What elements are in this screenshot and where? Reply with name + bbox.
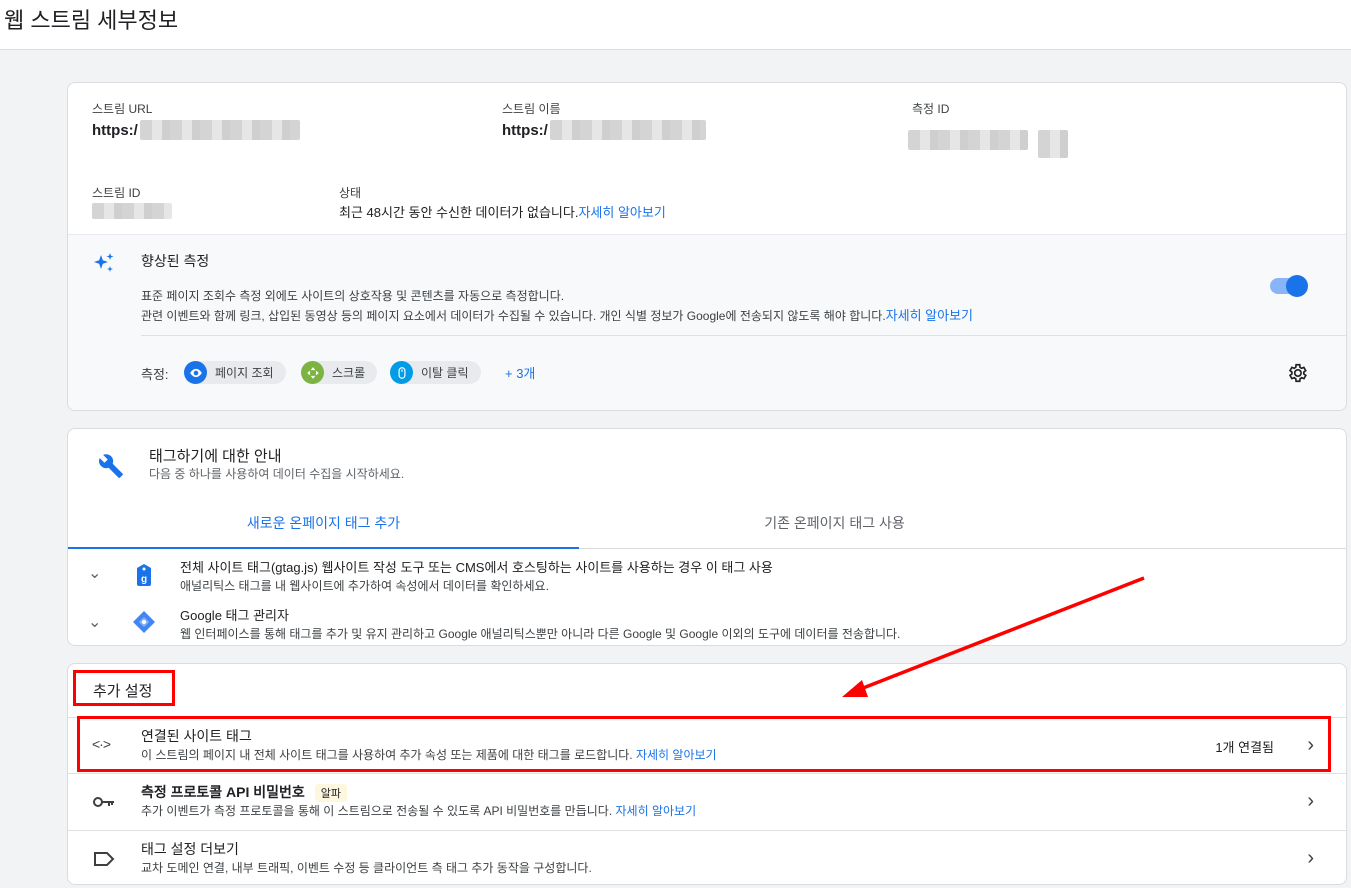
measurement-protocol-learn-more-link[interactable]: 자세히 알아보기 (616, 804, 697, 818)
redacted-name (550, 120, 706, 140)
stream-name-label: 스트림 이름 (502, 102, 561, 116)
toggle-knob (1286, 275, 1308, 297)
gear-icon[interactable] (1286, 362, 1308, 384)
enhanced-measurement-section: 향상된 측정 표준 페이지 조회수 측정 외에도 사이트의 상호작용 및 콘텐츠… (68, 234, 1346, 410)
stream-details-card: 스트림 URL https:/ 스트림 이름 https:/ 측정 ID 스트림… (67, 82, 1347, 411)
tag-manager-icon (133, 611, 155, 633)
key-icon (93, 797, 114, 807)
enhanced-learn-more-link[interactable]: 자세히 알아보기 (886, 308, 973, 323)
gtm-option-desc: 웹 인터페이스를 통해 태그를 추가 및 유지 관리하고 Google 애널리틱… (180, 627, 901, 641)
page-header: 웹 스트림 세부정보 (0, 0, 1351, 50)
chip-page-view[interactable]: 페이지 조회 (184, 361, 286, 384)
measure-label: 측정: (141, 367, 169, 382)
chip-outbound-click-label: 이탈 클릭 (421, 366, 469, 380)
redacted-stream-id (92, 203, 172, 219)
gtm-option-title: Google 태그 관리자 (180, 608, 289, 623)
chip-page-view-label: 페이지 조회 (215, 366, 274, 380)
gtag-icon: g (137, 564, 151, 586)
additional-settings-card: 추가 설정 <·> 연결된 사이트 태그 이 스트림의 페이지 내 전체 사이트… (67, 663, 1347, 885)
gtm-option-row[interactable]: ⌄ Google 태그 관리자 웹 인터페이스를 통해 태그를 추가 및 유지 … (68, 600, 1346, 645)
redacted-measurement-id[interactable] (908, 130, 1028, 150)
page-title: 웹 스트림 세부정보 (4, 8, 179, 33)
mouse-icon (390, 361, 413, 384)
gtag-option-desc: 애널리틱스 태그를 내 웹사이트에 추가하여 속성에서 데이터를 확인하세요. (180, 579, 549, 593)
stream-name-value: https:/ (502, 122, 548, 139)
label-icon (94, 852, 115, 866)
chevron-down-icon[interactable]: ⌄ (88, 563, 101, 583)
enhanced-measurement-toggle[interactable] (1270, 275, 1308, 297)
tagging-title: 태그하기에 대한 안내 (149, 448, 282, 465)
measurement-protocol-title-text: 측정 프로토콜 API 비밀번호 (141, 784, 305, 800)
gtag-option-title: 전체 사이트 태그(gtag.js) 웹사이트 작성 도구 또는 CMS에서 호… (180, 560, 773, 575)
chip-scroll-label: 스크롤 (332, 366, 366, 380)
chip-scroll[interactable]: 스크롤 (301, 361, 378, 384)
measurement-protocol-desc: 추가 이벤트가 측정 프로토콜을 통해 이 스트림으로 전송될 수 있도록 AP… (141, 802, 696, 819)
chip-outbound-click[interactable]: 이탈 클릭 (390, 361, 481, 384)
enhanced-desc-2-text: 관련 이벤트와 함께 링크, 삽입된 동영상 등의 페이지 요소에서 데이터가 … (141, 309, 886, 323)
sparkle-icon (94, 253, 114, 272)
enhanced-desc-1: 표준 페이지 조회수 측정 외에도 사이트의 상호작용 및 콘텐츠를 자동으로 … (141, 289, 565, 303)
redacted-url (140, 120, 300, 140)
tagging-subtitle: 다음 중 하나를 사용하여 데이터 수집을 시작하세요. (149, 467, 405, 481)
measurement-protocol-desc-text: 추가 이벤트가 측정 프로토콜을 통해 이 스트림으로 전송될 수 있도록 AP… (141, 804, 616, 818)
status-text: 최근 48시간 동안 수신한 데이터가 없습니다.자세히 알아보기 (339, 202, 666, 221)
more-tag-settings-desc: 교차 도메인 연결, 내부 트래픽, 이벤트 수정 등 클라이언트 측 태그 추… (141, 861, 592, 875)
tagging-tabs: 새로운 온페이지 태그 추가 기존 온페이지 태그 사용 (68, 505, 1346, 549)
annotation-box-connected-tags (77, 716, 1331, 772)
status-message: 최근 48시간 동안 수신한 데이터가 없습니다. (339, 205, 579, 220)
measurement-protocol-row[interactable]: 측정 프로토콜 API 비밀번호 알파 추가 이벤트가 측정 프로토콜을 통해 … (68, 773, 1346, 830)
enhanced-divider (141, 335, 1346, 336)
more-measurements-link[interactable]: + 3개 (505, 363, 535, 382)
chevron-down-icon[interactable]: ⌄ (88, 612, 101, 632)
stream-id-label: 스트림 ID (92, 186, 141, 200)
enhanced-title: 향상된 측정 (141, 253, 210, 269)
chevron-right-icon[interactable]: › (1307, 847, 1314, 870)
scroll-icon (301, 361, 324, 384)
tagging-instructions-card: 태그하기에 대한 안내 다음 중 하나를 사용하여 데이터 수집을 시작하세요.… (67, 428, 1347, 646)
alpha-badge: 알파 (314, 784, 347, 802)
status-learn-more-link[interactable]: 자세히 알아보기 (578, 205, 665, 220)
measurement-protocol-title: 측정 프로토콜 API 비밀번호 알파 (141, 782, 347, 802)
status-label: 상태 (339, 186, 362, 200)
tab-existing-onpage-tag[interactable]: 기존 온페이지 태그 사용 (579, 505, 1090, 549)
stream-url-value: https:/ (92, 122, 138, 139)
annotation-box-additional-settings (73, 670, 175, 706)
stream-url-label: 스트림 URL (92, 102, 153, 116)
wrench-icon (99, 454, 123, 478)
enhanced-desc-2: 관련 이벤트와 함께 링크, 삽입된 동영상 등의 페이지 요소에서 데이터가 … (141, 305, 973, 324)
more-tag-settings-title: 태그 설정 더보기 (141, 841, 239, 857)
eye-icon (184, 361, 207, 384)
measurement-id-label: 측정 ID (912, 102, 950, 116)
svg-text:g: g (141, 574, 147, 585)
copy-icon[interactable] (1038, 130, 1068, 158)
tab-new-onpage-tag[interactable]: 새로운 온페이지 태그 추가 (68, 505, 579, 549)
chevron-right-icon[interactable]: › (1307, 790, 1314, 813)
gtag-option-row[interactable]: ⌄ g 전체 사이트 태그(gtag.js) 웹사이트 작성 도구 또는 CMS… (68, 551, 1346, 601)
more-tag-settings-row[interactable]: 태그 설정 더보기 교차 도메인 연결, 내부 트래픽, 이벤트 수정 등 클라… (68, 830, 1346, 884)
